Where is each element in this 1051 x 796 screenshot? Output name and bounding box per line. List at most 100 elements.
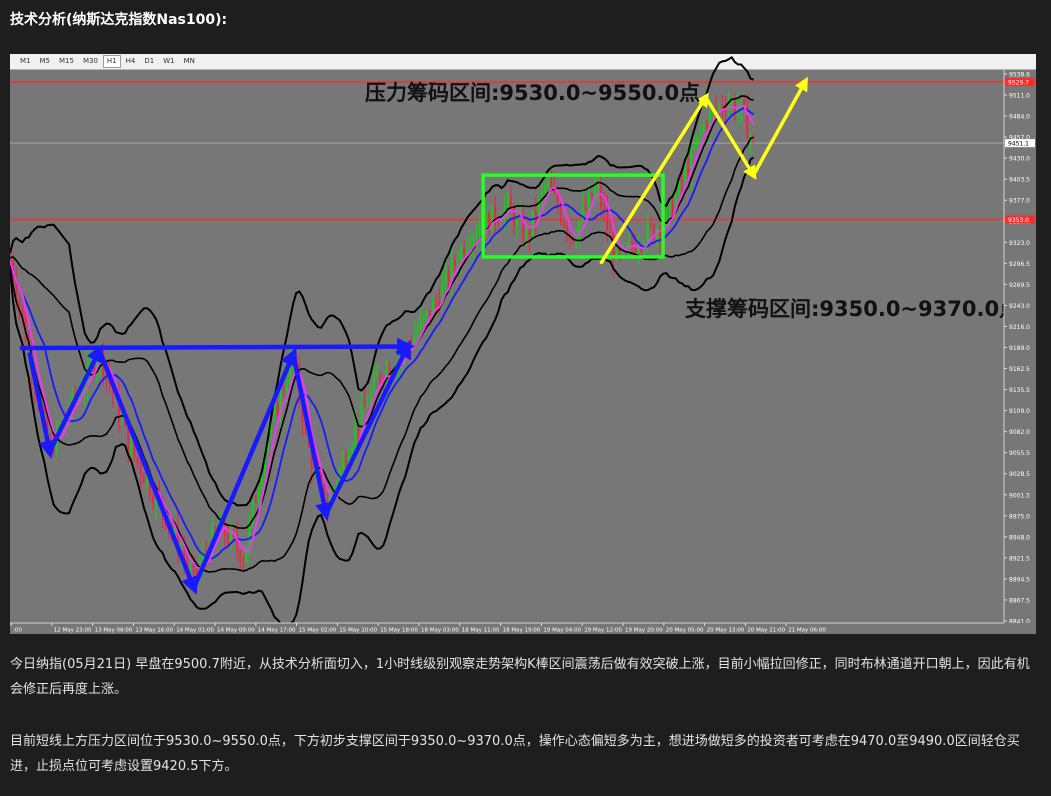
candle-body-217 <box>684 167 686 182</box>
candle-body-141 <box>447 271 450 283</box>
price-tag-label-0: 9529.7 <box>1008 79 1029 86</box>
candle-body-223 <box>702 124 705 132</box>
candle-body-166 <box>525 229 528 240</box>
candle-body-190 <box>600 185 602 208</box>
candle-body-176 <box>556 193 559 208</box>
candle-body-79 <box>254 501 257 503</box>
candlestick-chart-svg: 压力筹码区间:9530.0~9550.0点支撑筹码区间:9350.0~9370.… <box>10 56 1036 634</box>
candle-body-75 <box>242 562 245 564</box>
candle-body-133 <box>422 315 425 320</box>
candle-body-140 <box>444 271 447 285</box>
x-tick-label-5: 14 May 09:00 <box>217 628 255 634</box>
candle-body-203 <box>640 249 643 251</box>
candle-body-115 <box>366 405 369 407</box>
candle-body-206 <box>649 223 652 225</box>
candle-body-43 <box>142 474 145 483</box>
y-tick-label-11: 9243.0 <box>1009 303 1030 310</box>
candle-body-39 <box>130 443 133 455</box>
candle-body-199 <box>628 241 630 246</box>
resistance-zone-label: 压力筹码区间:9530.0~9550.0点 <box>365 81 700 105</box>
candle-body-177 <box>559 207 562 222</box>
candle-body-173 <box>547 180 550 187</box>
x-tick-label-7: 15 May 02:00 <box>299 628 337 634</box>
y-tick-label-10: 9269.5 <box>1009 282 1030 289</box>
candle-body-178 <box>562 221 565 227</box>
candle-body-112 <box>357 426 360 431</box>
price-tag-label-1: 9451.1 <box>1008 141 1029 148</box>
candle-body-135 <box>429 310 431 317</box>
y-tick-label-19: 9028.5 <box>1009 471 1030 478</box>
candle-body-146 <box>463 248 466 254</box>
y-tick-label-4: 9430.0 <box>1009 156 1030 163</box>
price-chart[interactable]: M1 M5 M15 M30 H1 H4 D1 W1 MN 压力筹码区间:9530.0~9550.… <box>10 54 1036 634</box>
candle-body-189 <box>597 185 599 187</box>
x-tick-label-11: 18 May 11:00 <box>462 628 500 634</box>
x-tick-label-8: 15 May 10:00 <box>339 628 377 634</box>
y-tick-label-2: 9484.0 <box>1009 114 1030 121</box>
y-tick-label-21: 8975.0 <box>1009 513 1030 520</box>
candle-body-38 <box>127 426 130 455</box>
y-tick-label-9: 9296.5 <box>1009 261 1030 268</box>
x-tick-label-3: 13 May 16:00 <box>135 628 173 634</box>
candle-body-228 <box>718 105 721 111</box>
candle-body-148 <box>469 246 472 248</box>
candle-body-111 <box>354 426 357 448</box>
analysis-paragraph-1: 今日纳指(05月21日) 早盘在9500.7附近，从技术分析面切入，1小时线级别… <box>10 657 1030 697</box>
candle-body-184 <box>581 207 584 222</box>
candle-body-70 <box>226 535 229 544</box>
y-tick-label-18: 9055.5 <box>1009 450 1030 457</box>
candle-body-193 <box>609 229 612 234</box>
candle-body-202 <box>637 249 640 253</box>
candle-body-198 <box>625 245 627 247</box>
candle-body-169 <box>534 211 537 218</box>
candle-body-185 <box>584 207 587 210</box>
y-tick-label-24: 8894.5 <box>1009 576 1030 583</box>
candle-body-168 <box>531 211 534 237</box>
candle-body-172 <box>544 186 546 192</box>
candle-body-118 <box>376 375 378 377</box>
y-tick-label-0: 9538.6 <box>1009 72 1030 79</box>
y-tick-label-23: 8921.5 <box>1009 555 1030 562</box>
support-zone-label: 支撑筹码区间:9350.0~9370.0点 <box>685 297 1020 321</box>
candle-body-74 <box>239 550 242 563</box>
candle-body-167 <box>528 229 531 237</box>
price-tag-label-2: 9353.0 <box>1008 217 1029 224</box>
candle-body-36 <box>121 420 123 422</box>
y-tick-label-13: 9189.0 <box>1009 345 1030 352</box>
y-tick-label-16: 9109.0 <box>1009 408 1030 415</box>
x-tick-label-16: 20 May 05:00 <box>666 628 704 634</box>
candle-body-108 <box>345 458 347 466</box>
candle-body-171 <box>541 191 543 199</box>
candle-body-174 <box>550 180 553 189</box>
x-tick-label-0: :00 <box>13 628 22 634</box>
candle-body-114 <box>363 404 366 407</box>
candle-body-188 <box>594 186 596 197</box>
candle-body-147 <box>466 246 469 254</box>
candle-body-86 <box>276 403 279 415</box>
candle-body-88 <box>282 390 285 392</box>
candle-body-76 <box>245 546 248 563</box>
candle-body-144 <box>457 264 459 266</box>
candle-body-187 <box>590 193 593 197</box>
blue-neckline-arrow <box>19 337 415 356</box>
candle-body-44 <box>146 477 148 483</box>
candle-body-157 <box>497 221 500 223</box>
y-tick-label-17: 9082.0 <box>1009 429 1030 436</box>
x-tick-label-12: 18 May 19:00 <box>503 628 541 634</box>
candle-body-150 <box>475 236 478 239</box>
candle-body-132 <box>419 319 422 332</box>
y-tick-label-5: 9403.5 <box>1009 177 1030 184</box>
x-tick-label-17: 20 May 13:00 <box>707 628 745 634</box>
x-tick-label-15: 19 May 20:00 <box>625 628 663 634</box>
x-tick-label-10: 18 May 03:00 <box>421 628 459 634</box>
y-tick-label-15: 9135.5 <box>1009 387 1030 394</box>
candle-body-66 <box>214 528 217 530</box>
candle-body-151 <box>478 230 481 237</box>
candle-body-191 <box>603 207 606 210</box>
candle-body-81 <box>261 475 263 489</box>
candle-body-201 <box>634 247 637 253</box>
candle-body-119 <box>379 375 382 382</box>
y-tick-label-8: 9323.0 <box>1009 240 1030 247</box>
candle-body-211 <box>665 212 668 227</box>
y-tick-label-12: 9216.0 <box>1009 324 1030 331</box>
